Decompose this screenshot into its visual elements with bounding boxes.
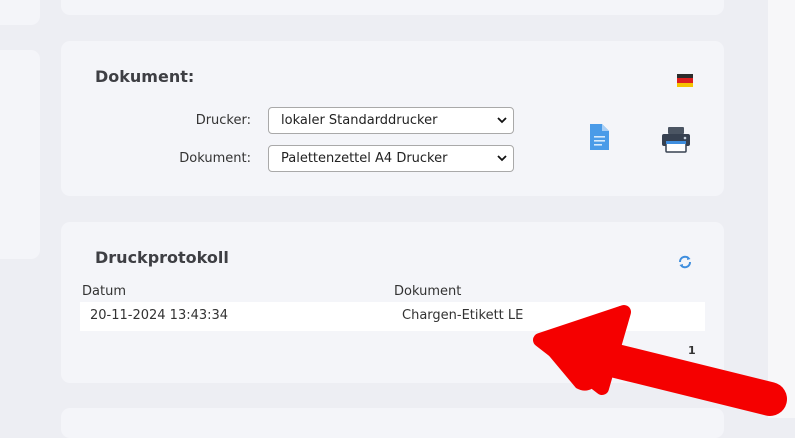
german-flag-icon[interactable]	[677, 74, 693, 87]
column-header-document[interactable]: Dokument	[394, 284, 461, 299]
chevron-down-icon	[497, 117, 507, 124]
table-row[interactable]: 20-11-2024 13:43:34 Chargen-Etikett LE	[80, 302, 705, 331]
left-card-top	[0, 0, 40, 25]
left-card-middle	[0, 50, 40, 259]
right-edge-strip	[768, 0, 795, 418]
column-header-date[interactable]: Datum	[82, 284, 126, 299]
pagination-page[interactable]: 1	[688, 344, 696, 357]
printer-select-value: lokaler Standarddrucker	[281, 113, 438, 128]
document-select-value: Palettenzettel A4 Drucker	[281, 151, 448, 166]
top-card	[61, 0, 724, 15]
print-log-title: Druckprotokoll	[95, 248, 229, 267]
document-label: Dokument:	[179, 151, 251, 166]
chevron-down-icon	[497, 155, 507, 162]
document-select[interactable]: Palettenzettel A4 Drucker	[268, 145, 514, 172]
row-date: 20-11-2024 13:43:34	[90, 308, 229, 323]
document-panel-title: Dokument:	[95, 67, 195, 86]
bottom-card	[61, 408, 724, 438]
printer-icon[interactable]	[661, 126, 691, 153]
refresh-icon[interactable]	[677, 254, 693, 270]
printer-label: Drucker:	[195, 113, 251, 128]
document-icon[interactable]	[588, 123, 610, 151]
row-document: Chargen-Etikett LE	[402, 308, 524, 323]
printer-select[interactable]: lokaler Standarddrucker	[268, 107, 514, 134]
